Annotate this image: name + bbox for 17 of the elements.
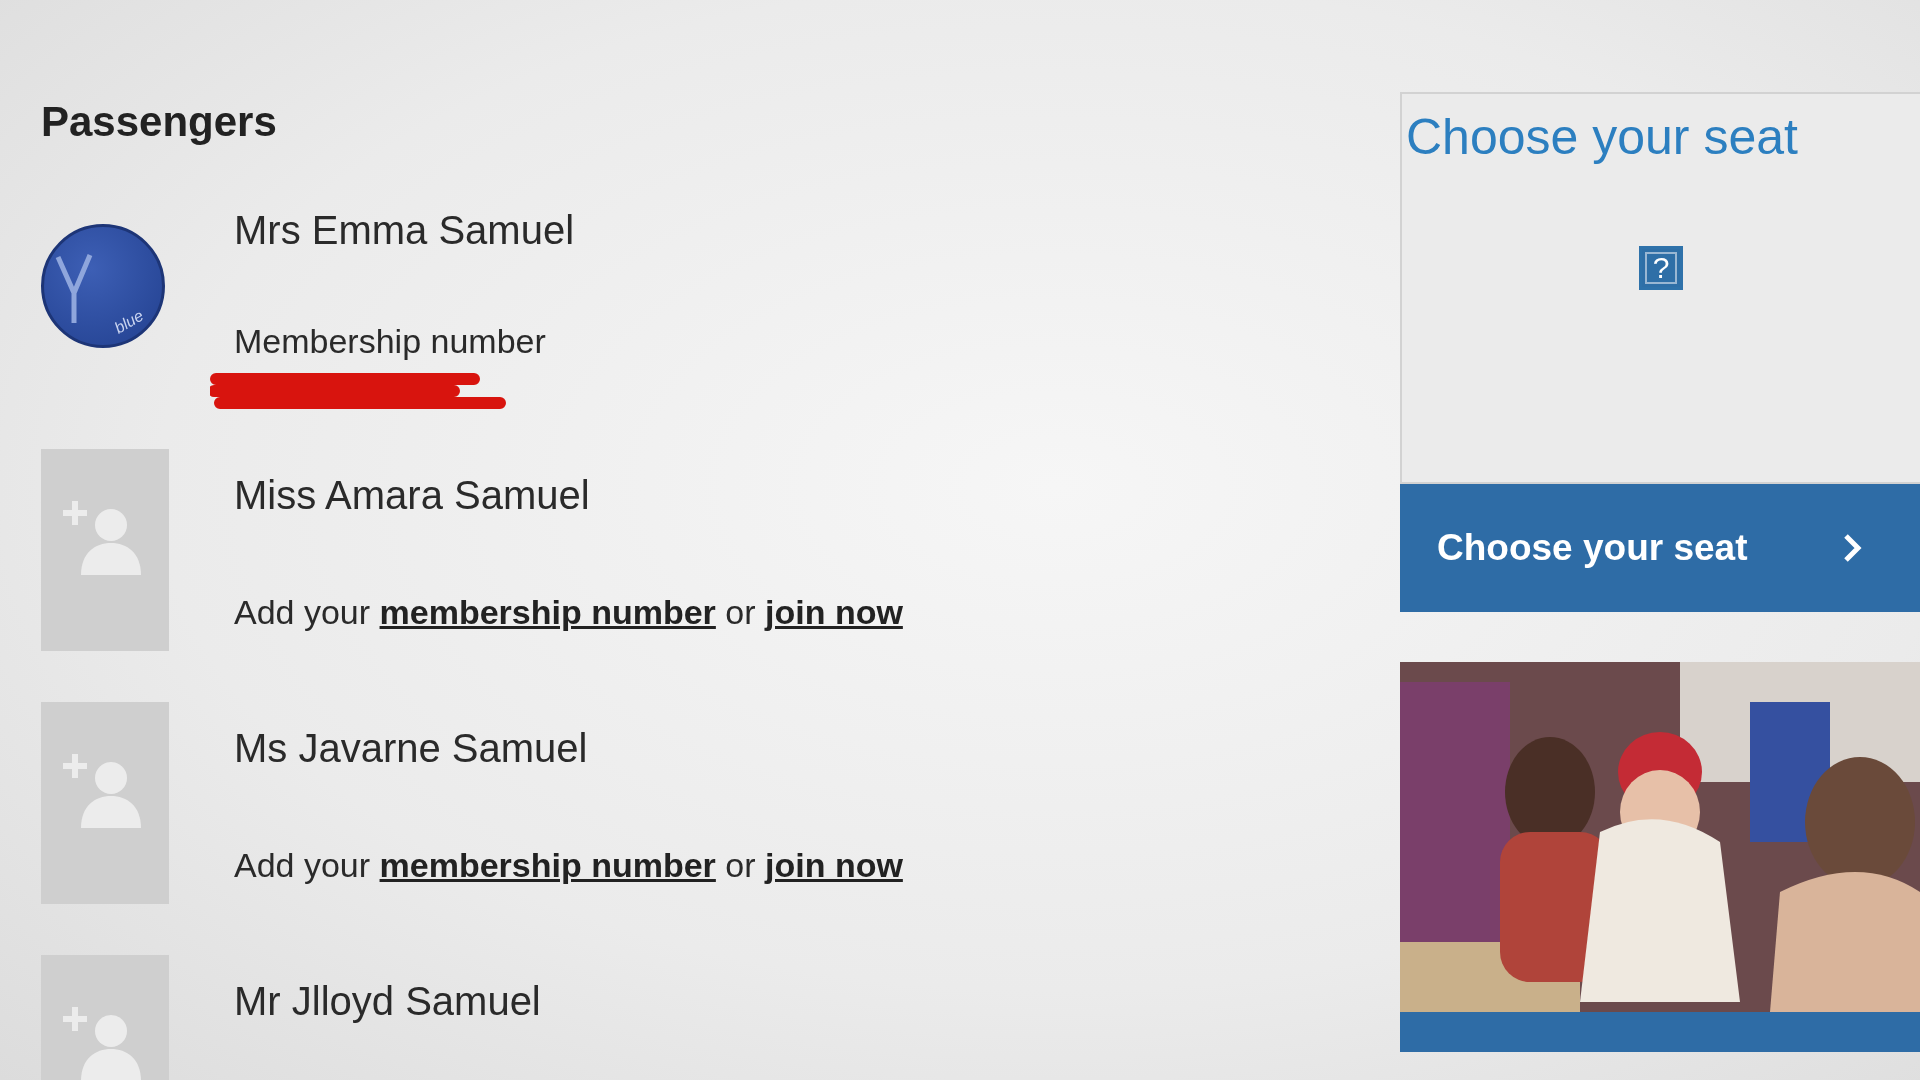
membership-label: Membership number <box>234 322 546 361</box>
choose-seat-button[interactable]: Choose your seat <box>1400 484 1920 612</box>
join-now-link[interactable]: join now <box>765 846 903 884</box>
chevron-right-icon <box>1842 533 1862 563</box>
membership-prompt: Add your membership number or join now <box>234 593 903 632</box>
membership-prompt: Add your membership number or join now <box>234 846 903 885</box>
passenger-name: Ms Javarne Samuel <box>234 725 588 772</box>
badge-text: blue <box>111 306 147 338</box>
passenger-name: Mrs Emma Samuel <box>234 207 575 254</box>
broken-image-icon: ? <box>1639 246 1683 290</box>
card-title: Choose your seat <box>1405 108 1798 166</box>
section-heading: Passengers <box>41 98 277 146</box>
membership-number-link[interactable]: membership number <box>379 593 716 631</box>
passenger-name: Mr Jlloyd Samuel <box>234 978 541 1025</box>
join-now-link[interactable]: join now <box>765 593 903 631</box>
membership-number-link[interactable]: membership number <box>379 846 716 884</box>
passenger-name: Miss Amara Samuel <box>234 472 590 519</box>
